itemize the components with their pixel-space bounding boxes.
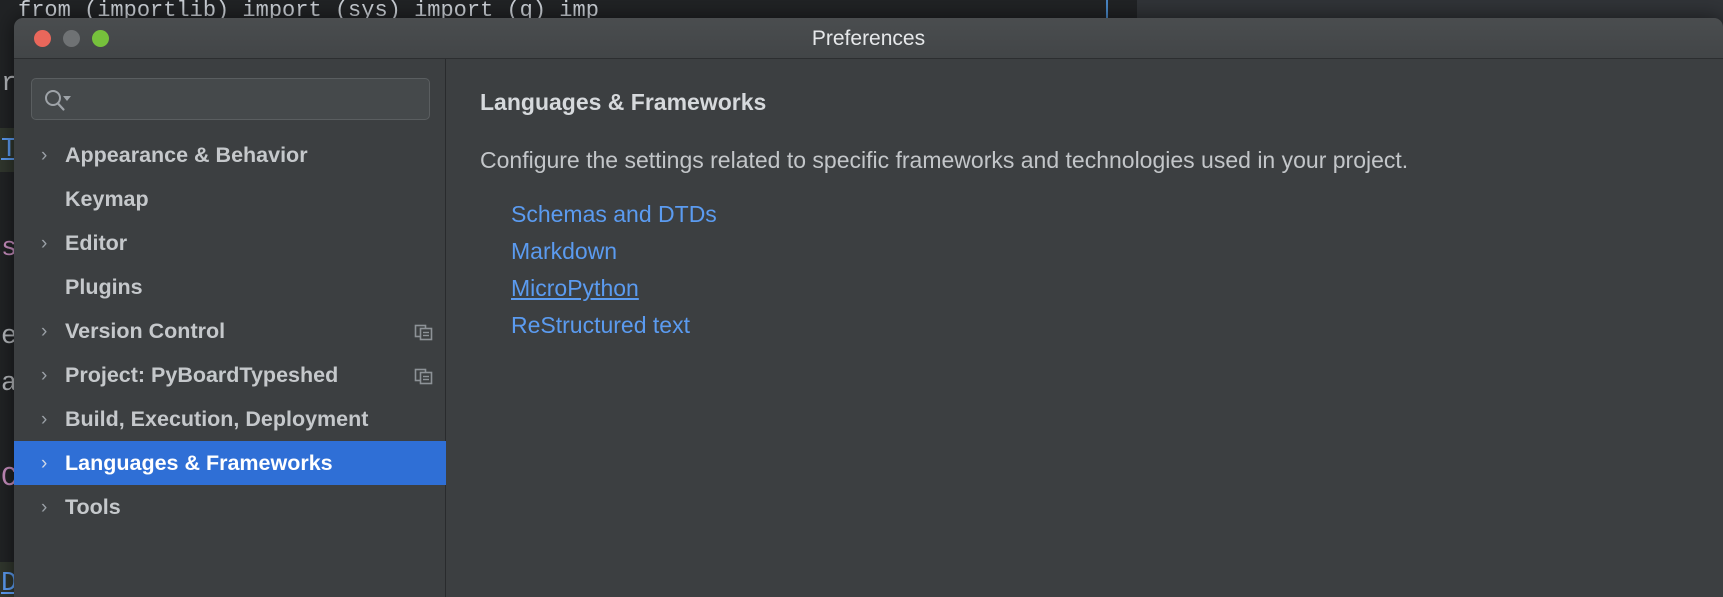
search-box[interactable]: [31, 78, 430, 120]
sidebar-item-project-pyboardtypeshed[interactable]: › Project: PyBoardTypeshed: [14, 353, 446, 397]
sidebar-item-label: Build, Execution, Deployment: [65, 406, 369, 431]
settings-content-panel: Languages & Frameworks Configure the set…: [446, 59, 1723, 597]
sidebar-item-label: Appearance & Behavior: [65, 142, 308, 167]
sub-setting-link-markdown[interactable]: Markdown: [511, 233, 617, 270]
dialog-titlebar[interactable]: Preferences: [14, 18, 1723, 59]
sidebar-item-tools[interactable]: › Tools: [14, 485, 446, 529]
sidebar-item-languages-frameworks[interactable]: › Languages & Frameworks: [14, 441, 446, 485]
copy-icon[interactable]: [414, 322, 434, 342]
settings-tree[interactable]: ›Appearance & Behavior›Keymap›Editor›Plu…: [14, 133, 446, 597]
sidebar-item-label: Keymap: [65, 186, 149, 211]
sidebar-item-label: Plugins: [65, 274, 143, 299]
sidebar-item-version-control[interactable]: › Version Control: [14, 309, 446, 353]
dialog-body: ›Appearance & Behavior›Keymap›Editor›Plu…: [14, 59, 1723, 597]
sidebar-item-build-execution-deployment[interactable]: › Build, Execution, Deployment: [14, 397, 446, 441]
settings-sidebar: ›Appearance & Behavior›Keymap›Editor›Plu…: [14, 59, 446, 597]
chevron-right-icon[interactable]: ›: [41, 366, 65, 385]
search-icon[interactable]: [43, 88, 73, 112]
sub-settings-link-list: Schemas and DTDs Markdown MicroPython ReStr…: [480, 196, 1723, 344]
sidebar-item-label: Tools: [65, 494, 121, 519]
sub-setting-link-schemas-and-dtds[interactable]: Schemas and DTDs: [511, 196, 717, 233]
sidebar-item-editor[interactable]: › Editor: [14, 221, 446, 265]
sidebar-item-appearance-behavior[interactable]: › Appearance & Behavior: [14, 133, 446, 177]
sidebar-item-label: Version Control: [65, 318, 226, 343]
chevron-right-icon[interactable]: ›: [41, 146, 65, 165]
page-description: Configure the settings related to specif…: [480, 147, 1409, 173]
sidebar-item-keymap[interactable]: ›Keymap: [14, 177, 446, 221]
sub-setting-link-micropython[interactable]: MicroPython: [511, 270, 639, 307]
sub-setting-link-restructured-text[interactable]: ReStructured text: [511, 307, 690, 344]
chevron-right-icon[interactable]: ›: [41, 410, 65, 429]
chevron-right-icon[interactable]: ›: [41, 498, 65, 517]
preferences-dialog: Preferences ›Appearance & Behavior›Keyma…: [14, 18, 1723, 597]
window-title: Preferences: [811, 27, 926, 50]
sidebar-item-label: Languages & Frameworks: [65, 450, 333, 475]
chevron-right-icon[interactable]: ›: [41, 454, 65, 473]
copy-icon[interactable]: [414, 366, 434, 386]
search-input[interactable]: [78, 79, 423, 119]
sidebar-item-label: Editor: [65, 230, 128, 255]
chevron-right-icon[interactable]: ›: [41, 234, 65, 253]
page-title: Languages & Frameworks: [480, 89, 767, 115]
chevron-right-icon[interactable]: ›: [41, 322, 65, 341]
sidebar-item-label: Project: PyBoardTypeshed: [65, 362, 339, 387]
sidebar-item-plugins[interactable]: ›Plugins: [14, 265, 446, 309]
